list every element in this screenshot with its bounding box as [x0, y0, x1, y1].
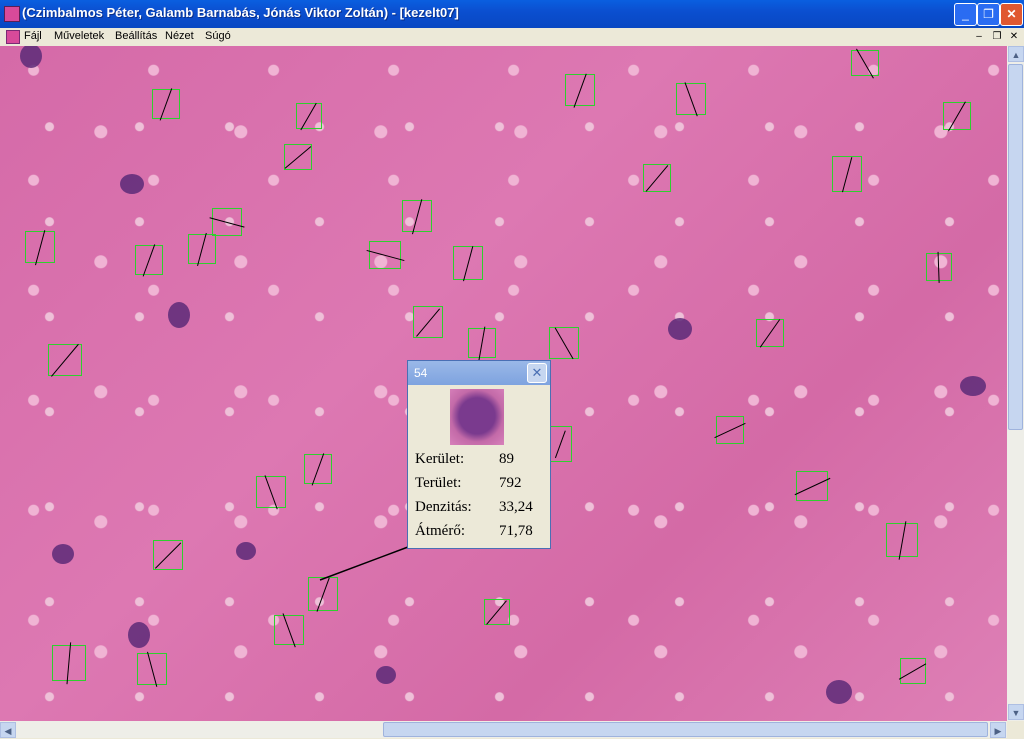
stat-row: Denzitás: 33,24 — [415, 499, 533, 523]
mdi-close-button[interactable]: ✕ — [1007, 30, 1021, 43]
scroll-up-icon[interactable]: ▲ — [1008, 46, 1024, 62]
menu-help[interactable]: Súgó — [205, 30, 231, 42]
stat-row: Kerület: 89 — [415, 451, 533, 475]
menu-file[interactable]: Fájl — [24, 30, 42, 42]
vertical-scroll-thumb[interactable] — [1008, 64, 1023, 430]
menu-bar: Fájl Műveletek Beállítás Nézet Súgó – ❐ … — [0, 28, 1024, 46]
scroll-left-icon[interactable]: ◀ — [0, 722, 16, 738]
minimize-button[interactable]: _ — [954, 3, 977, 26]
stat-value-density: 33,24 — [499, 499, 533, 515]
scrollbar-corner — [1007, 721, 1024, 738]
nucleus-info-popup: 54 ✕ Kerület: 89 Terület: 792 Denzitás: 33,… — [407, 360, 551, 549]
scroll-right-icon[interactable]: ▶ — [990, 722, 1006, 738]
stat-label-area: Terület: — [415, 475, 462, 491]
menu-view[interactable]: Nézet — [165, 30, 194, 42]
scroll-down-icon[interactable]: ▼ — [1008, 704, 1024, 720]
stat-row: Átmérő: 71,78 — [415, 523, 533, 547]
popup-title-bar: 54 ✕ — [408, 361, 550, 385]
window-title: (Czimbalmos Péter, Galamb Barnabás, Jóná… — [22, 5, 459, 20]
menu-settings[interactable]: Beállítás — [115, 30, 157, 42]
stat-label-diameter: Átmérő: — [415, 523, 465, 539]
horizontal-scroll-thumb[interactable] — [383, 722, 988, 737]
close-button[interactable]: ✕ — [1000, 3, 1023, 26]
stat-value-diameter: 71,78 — [499, 523, 533, 539]
title-bar: (Czimbalmos Péter, Galamb Barnabás, Jóná… — [0, 0, 1024, 28]
popup-close-button[interactable]: ✕ — [527, 363, 547, 383]
app-icon[interactable] — [4, 6, 20, 22]
stat-label-perimeter: Kerület: — [415, 451, 465, 467]
stat-value-area: 792 — [499, 475, 522, 491]
popup-title: 54 — [414, 366, 428, 380]
horizontal-scrollbar[interactable]: ◀ ▶ — [0, 721, 1007, 738]
nucleus-stats: Kerület: 89 Terület: 792 Denzitás: 33,24 Át… — [415, 451, 533, 547]
stat-label-density: Denzitás: — [415, 499, 472, 515]
vertical-scrollbar[interactable]: ▲ ▼ — [1007, 46, 1024, 721]
mdi-restore-button[interactable]: ❐ — [990, 30, 1004, 43]
document-icon[interactable] — [6, 30, 20, 44]
mdi-minimize-button[interactable]: – — [972, 30, 986, 43]
stat-value-perimeter: 89 — [499, 451, 514, 467]
nucleus-thumbnail — [450, 389, 504, 445]
menu-operations[interactable]: Műveletek — [54, 30, 104, 42]
maximize-button[interactable]: ❐ — [977, 3, 1000, 26]
stat-row: Terület: 792 — [415, 475, 533, 499]
